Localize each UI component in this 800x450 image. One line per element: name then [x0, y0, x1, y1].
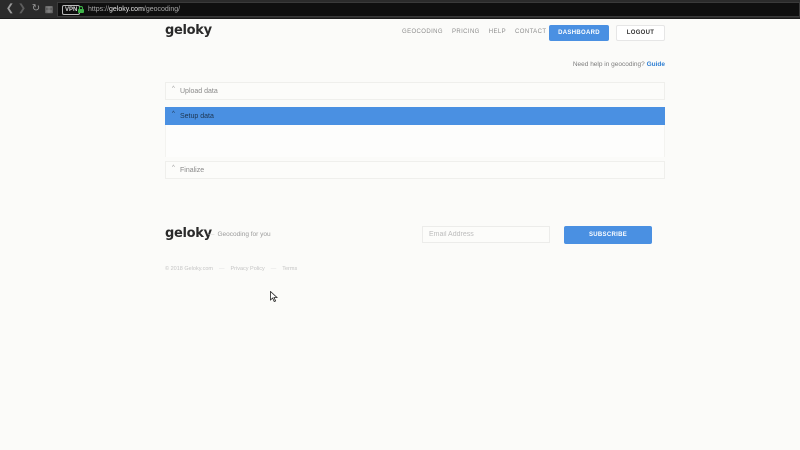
accordion-setup-data[interactable]: ^ Setup data: [165, 107, 665, 125]
accordion-label: Setup data: [180, 113, 214, 120]
header-logo[interactable]: geloky: [165, 23, 212, 38]
subscribe-button[interactable]: SUBSCRIBE: [564, 226, 652, 244]
url-host: geloky.com: [109, 6, 144, 13]
help-line: Need help in geocoding? Guide: [573, 61, 665, 68]
chevron-up-icon: ^: [172, 111, 175, 117]
footer-tagline: — Geocoding for you: [208, 231, 271, 238]
forward-arrow-icon[interactable]: ❯: [16, 3, 28, 15]
accordion-label: Finalize: [180, 167, 205, 174]
dashboard-button[interactable]: DASHBOARD: [549, 25, 609, 41]
footer-links: © 2018 Geloky.com — Privacy Policy — Ter…: [165, 266, 303, 272]
back-arrow-icon[interactable]: ❮: [4, 3, 16, 15]
help-text: Need help in geocoding?: [572, 61, 645, 68]
terms-link[interactable]: Terms: [282, 266, 297, 272]
nav-pricing[interactable]: PRICING: [452, 29, 480, 35]
footer-logo[interactable]: geloky: [165, 226, 212, 241]
tagline-text: Geocoding for you: [217, 231, 271, 238]
main-nav: GEOCODING PRICING HELP CONTACT: [402, 29, 555, 35]
reload-icon[interactable]: ↻: [30, 3, 42, 15]
browser-toolbar: ❮ ❯ ↻ ▦ VPN https://geloky.com/geocoding…: [0, 0, 800, 19]
address-bar[interactable]: VPN https://geloky.com/geocoding/: [57, 2, 800, 17]
accordion-setup-body: [165, 125, 665, 157]
chevron-up-icon: ^: [172, 86, 175, 92]
nav-contact[interactable]: CONTACT: [515, 29, 546, 35]
chevron-up-icon: ^: [172, 165, 175, 171]
nav-help[interactable]: HELP: [489, 29, 506, 35]
logout-button[interactable]: LOGOUT: [616, 25, 665, 41]
accordion-upload-data[interactable]: ^ Upload data: [165, 82, 665, 100]
mouse-cursor-icon: [270, 291, 278, 302]
divider: —: [218, 266, 225, 272]
url-prefix: https://: [88, 6, 110, 13]
url-text[interactable]: https://geloky.com/geocoding/: [88, 4, 180, 15]
email-field[interactable]: [422, 226, 550, 243]
accordion-finalize[interactable]: ^ Finalize: [165, 161, 665, 179]
guide-link[interactable]: Guide: [647, 61, 665, 68]
lock-icon[interactable]: [78, 6, 84, 13]
privacy-policy-link[interactable]: Privacy Policy: [230, 266, 264, 272]
grid-icon[interactable]: ▦: [43, 3, 55, 15]
accordion-label: Upload data: [180, 88, 218, 95]
divider: —: [270, 266, 277, 272]
copyright-text: © 2018 Geloky.com: [165, 266, 213, 272]
nav-geocoding[interactable]: GEOCODING: [402, 29, 443, 35]
url-path: /geocoding/: [143, 6, 181, 13]
